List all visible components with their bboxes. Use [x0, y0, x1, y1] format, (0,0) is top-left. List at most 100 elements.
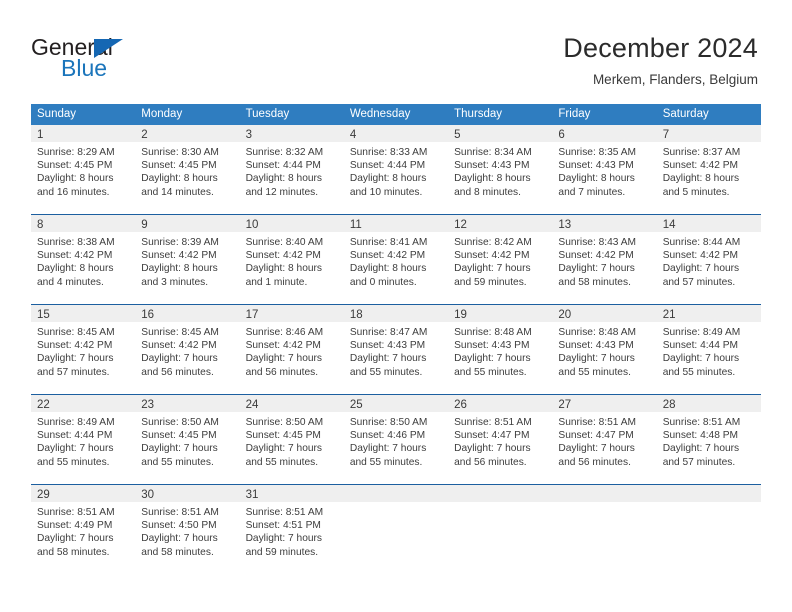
calendar-day-cell[interactable]: 22 Sunrise: 8:49 AM Sunset: 4:44 PM Dayligh…: [31, 395, 136, 472]
sunset-text: Sunset: 4:42 PM: [454, 250, 530, 262]
calendar-day-cell[interactable]: 29 Sunrise: 8:51 AM Sunset: 4:49 PM Dayligh…: [31, 485, 136, 562]
daylight-text-line2: and 57 minutes.: [37, 366, 110, 378]
daylight-text-line2: and 56 minutes.: [454, 456, 527, 468]
calendar-day-cell[interactable]: 21 Sunrise: 8:49 AM Sunset: 4:44 PM Dayligh…: [656, 305, 761, 382]
day-number: 30: [141, 489, 155, 501]
day-number: 10: [245, 219, 259, 231]
calendar-day-cell[interactable]: 28 Sunrise: 8:51 AM Sunset: 4:48 PM Dayligh…: [656, 395, 761, 472]
day-number: 17: [245, 309, 259, 321]
weekday-header-monday: Monday: [141, 108, 183, 120]
calendar-day-cell[interactable]: 10 Sunrise: 8:40 AM Sunset: 4:42 PM Dayligh…: [239, 215, 344, 292]
calendar-day-cell[interactable]: 24 Sunrise: 8:50 AM Sunset: 4:45 PM Dayligh…: [239, 395, 344, 472]
day-number-band: [343, 485, 449, 502]
calendar-day-cell[interactable]: 5 Sunrise: 8:34 AM Sunset: 4:43 PM Daylight…: [448, 125, 553, 202]
daylight-text-line1: Daylight: 7 hours: [454, 263, 531, 275]
day-details: [657, 502, 761, 506]
daylight-text-line1: Daylight: 8 hours: [141, 173, 218, 185]
calendar-day-cell[interactable]: 3 Sunrise: 8:32 AM Sunset: 4:44 PM Daylight…: [239, 125, 344, 202]
day-number-band: 22: [31, 395, 136, 412]
daylight-text-line2: and 3 minutes.: [141, 276, 209, 288]
day-number-band: 5: [448, 125, 553, 142]
calendar-day-cell[interactable]: 14 Sunrise: 8:44 AM Sunset: 4:42 PM Dayligh…: [656, 215, 761, 292]
daylight-text-line2: and 10 minutes.: [349, 186, 423, 198]
day-number-band: 17: [239, 305, 344, 322]
sunrise-text: Sunrise: 8:50 AM: [245, 417, 324, 428]
calendar-day-cell[interactable]: 1 Sunrise: 8:29 AM Sunset: 4:45 PM Daylight…: [31, 125, 136, 202]
calendar-day-cell-empty: [552, 485, 657, 562]
calendar-day-cell[interactable]: 13 Sunrise: 8:43 AM Sunset: 4:42 PM Dayligh…: [552, 215, 657, 292]
calendar-day-cell[interactable]: 30 Sunrise: 8:51 AM Sunset: 4:50 PM Dayligh…: [135, 485, 240, 562]
sunrise-text: Sunrise: 8:29 AM: [37, 147, 115, 158]
sunrise-text: Sunrise: 8:50 AM: [141, 417, 219, 428]
day-details: Sunrise: 8:51 AM Sunset: 4:47 PM Daylight:…: [448, 412, 552, 469]
daylight-text-line1: Daylight: 7 hours: [454, 353, 531, 365]
daylight-text-line2: and 58 minutes.: [37, 546, 110, 558]
daylight-text-line1: Daylight: 8 hours: [349, 173, 427, 185]
sunset-text: Sunset: 4:43 PM: [558, 340, 634, 352]
calendar-day-cell[interactable]: 20 Sunrise: 8:48 AM Sunset: 4:43 PM Dayligh…: [552, 305, 657, 382]
day-details: Sunrise: 8:50 AM Sunset: 4:45 PM Daylight:…: [240, 412, 344, 469]
day-number-band: 11: [343, 215, 449, 232]
day-number-band: [656, 485, 761, 502]
calendar-day-cell[interactable]: 18 Sunrise: 8:47 AM Sunset: 4:43 PM Dayligh…: [343, 305, 449, 382]
day-details: Sunrise: 8:50 AM Sunset: 4:45 PM Daylight:…: [135, 412, 239, 469]
day-number-band: 18: [343, 305, 449, 322]
daylight-text-line2: and 58 minutes.: [141, 546, 214, 558]
sunrise-text: Sunrise: 8:50 AM: [349, 417, 428, 428]
day-number: 23: [141, 399, 155, 411]
general-blue-logo[interactable]: General Blue: [31, 34, 211, 86]
calendar-day-cell[interactable]: 6 Sunrise: 8:35 AM Sunset: 4:43 PM Daylight…: [552, 125, 657, 202]
day-details: Sunrise: 8:48 AM Sunset: 4:43 PM Daylight:…: [552, 322, 656, 379]
calendar-day-cell[interactable]: 17 Sunrise: 8:46 AM Sunset: 4:42 PM Dayligh…: [239, 305, 344, 382]
day-details: Sunrise: 8:33 AM Sunset: 4:44 PM Daylight:…: [344, 142, 448, 199]
calendar-week-row: 29 Sunrise: 8:51 AM Sunset: 4:49 PM Dayligh…: [31, 484, 761, 562]
calendar-day-cell[interactable]: 8 Sunrise: 8:38 AM Sunset: 4:42 PM Daylight…: [31, 215, 136, 292]
calendar-day-cell[interactable]: 11 Sunrise: 8:41 AM Sunset: 4:42 PM Dayligh…: [343, 215, 449, 292]
calendar-day-cell[interactable]: 16 Sunrise: 8:45 AM Sunset: 4:42 PM Dayligh…: [135, 305, 240, 382]
daylight-text-line2: and 55 minutes.: [558, 366, 631, 378]
day-number-band: 6: [552, 125, 657, 142]
sunset-text: Sunset: 4:42 PM: [349, 250, 426, 262]
sunset-text: Sunset: 4:44 PM: [662, 340, 739, 352]
calendar-week-row: 8 Sunrise: 8:38 AM Sunset: 4:42 PM Daylight…: [31, 214, 761, 292]
day-details: Sunrise: 8:51 AM Sunset: 4:47 PM Daylight:…: [552, 412, 656, 469]
calendar-day-cell[interactable]: 27 Sunrise: 8:51 AM Sunset: 4:47 PM Dayligh…: [552, 395, 657, 472]
daylight-text-line2: and 56 minutes.: [141, 366, 214, 378]
sunset-text: Sunset: 4:44 PM: [245, 160, 321, 172]
calendar-week-cells: 22 Sunrise: 8:49 AM Sunset: 4:44 PM Dayligh…: [31, 395, 761, 472]
calendar-day-cell[interactable]: 12 Sunrise: 8:42 AM Sunset: 4:42 PM Dayligh…: [448, 215, 553, 292]
calendar-page: General Blue December 2024 Merkem, Fland…: [0, 0, 792, 612]
daylight-text-line1: Daylight: 7 hours: [662, 263, 740, 275]
day-details: Sunrise: 8:41 AM Sunset: 4:42 PM Daylight:…: [344, 232, 448, 289]
calendar-day-cell[interactable]: 7 Sunrise: 8:37 AM Sunset: 4:42 PM Daylight…: [656, 125, 761, 202]
calendar-day-cell[interactable]: 2 Sunrise: 8:30 AM Sunset: 4:45 PM Daylight…: [135, 125, 240, 202]
sunset-text: Sunset: 4:51 PM: [245, 520, 321, 532]
daylight-text-line2: and 55 minutes.: [245, 456, 319, 468]
weekday-header-sunday: Sunday: [37, 108, 77, 120]
sunrise-text: Sunrise: 8:35 AM: [558, 147, 636, 158]
day-number: 6: [558, 129, 565, 141]
day-number-band: 19: [448, 305, 553, 322]
calendar-day-cell[interactable]: 26 Sunrise: 8:51 AM Sunset: 4:47 PM Dayligh…: [448, 395, 553, 472]
day-details: Sunrise: 8:38 AM Sunset: 4:42 PM Daylight:…: [31, 232, 135, 289]
day-number-band: 16: [135, 305, 240, 322]
daylight-text-line2: and 1 minute.: [245, 276, 308, 288]
weekday-header-friday: Friday: [558, 108, 591, 120]
daylight-text-line2: and 12 minutes.: [245, 186, 319, 198]
calendar-day-cell[interactable]: 4 Sunrise: 8:33 AM Sunset: 4:44 PM Daylight…: [343, 125, 449, 202]
calendar-day-cell[interactable]: 15 Sunrise: 8:45 AM Sunset: 4:42 PM Dayligh…: [31, 305, 136, 382]
sunset-text: Sunset: 4:45 PM: [245, 430, 321, 442]
calendar-day-cell[interactable]: 9 Sunrise: 8:39 AM Sunset: 4:42 PM Daylight…: [135, 215, 240, 292]
calendar-day-cell[interactable]: 25 Sunrise: 8:50 AM Sunset: 4:46 PM Dayligh…: [343, 395, 449, 472]
day-number-band: 23: [135, 395, 240, 412]
day-details: Sunrise: 8:29 AM Sunset: 4:45 PM Daylight:…: [31, 142, 135, 199]
daylight-text-line1: Daylight: 7 hours: [245, 533, 323, 545]
daylight-text-line1: Daylight: 7 hours: [349, 353, 427, 365]
calendar-day-cell[interactable]: 19 Sunrise: 8:48 AM Sunset: 4:43 PM Dayligh…: [448, 305, 553, 382]
sunset-text: Sunset: 4:48 PM: [662, 430, 739, 442]
daylight-text-line1: Daylight: 8 hours: [558, 173, 635, 185]
calendar-day-cell[interactable]: 23 Sunrise: 8:50 AM Sunset: 4:45 PM Dayligh…: [135, 395, 240, 472]
sunrise-text: Sunrise: 8:45 AM: [37, 327, 115, 338]
calendar-day-cell[interactable]: 31 Sunrise: 8:51 AM Sunset: 4:51 PM Dayligh…: [239, 485, 344, 562]
sunrise-text: Sunrise: 8:48 AM: [558, 327, 636, 338]
